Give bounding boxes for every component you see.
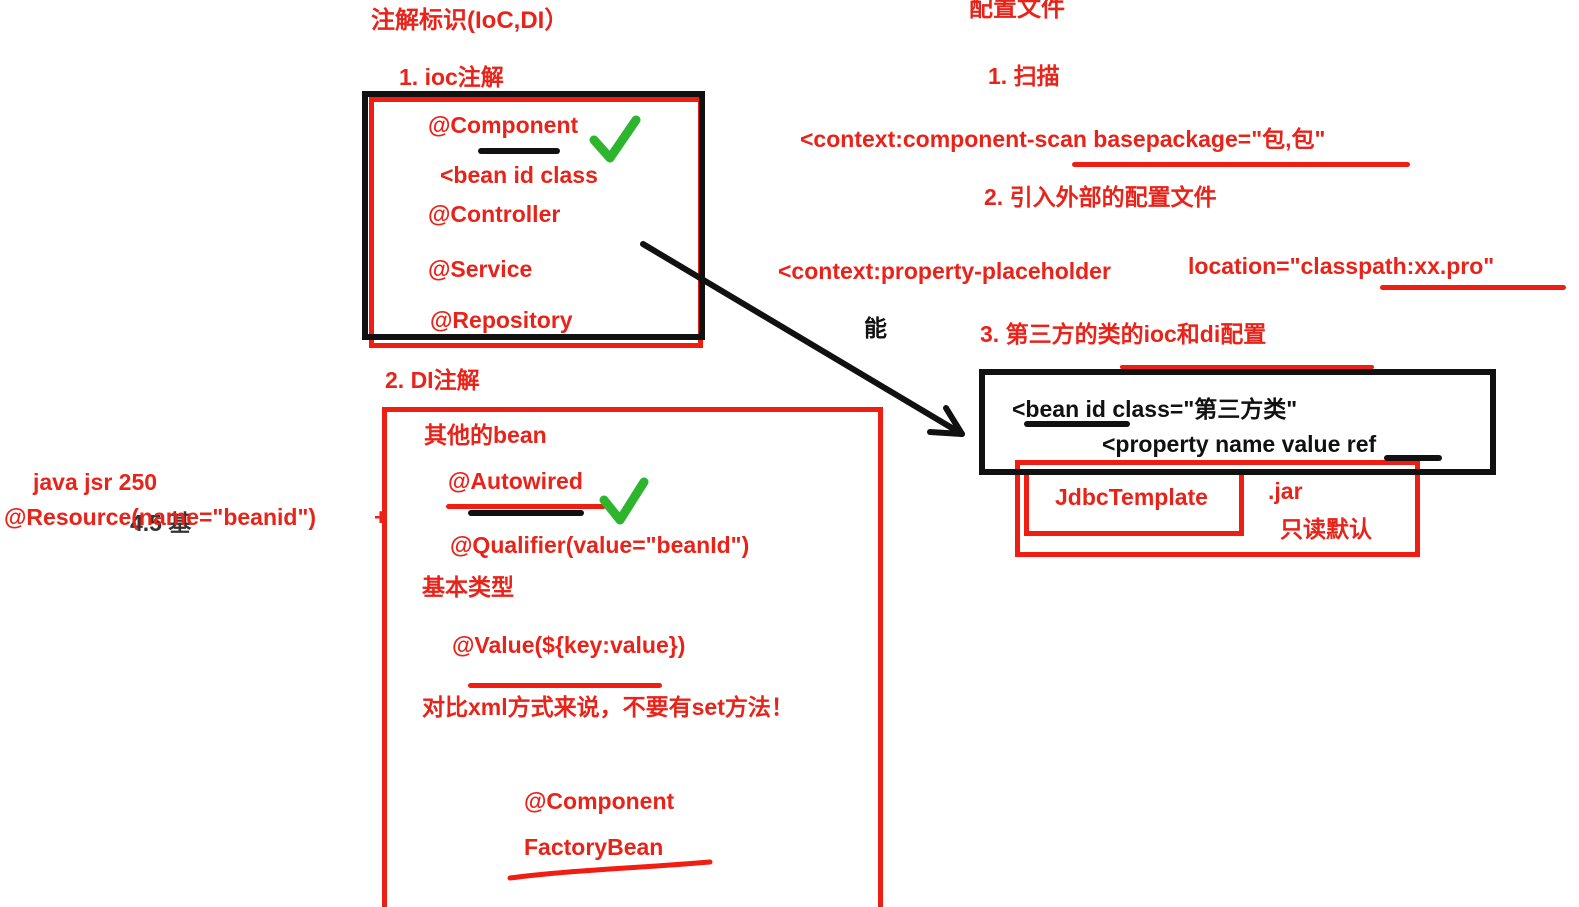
plus-mark: + [374,504,388,530]
jar-label: .jar [1268,478,1303,504]
di-item-compare-note: 对比xml方式来说，不要有set方法！ [422,694,794,720]
jsr-label: java jsr 250 [33,469,158,495]
di-item-value: @Value(${key:value}) [452,632,686,658]
scan-heading: 1. 扫描 [988,63,1060,89]
diagram-title: 注解标识(IoC,DI） [371,7,569,34]
bean-xml: <bean id class="第三方类" [1012,396,1298,422]
readonly-default: 只读默认 [1280,516,1372,542]
location-underline [1380,285,1566,290]
di-item-other-bean: 其他的bean [424,422,547,448]
ref-underline [1384,455,1442,461]
config-file-title: 配置文件 [969,0,1065,22]
ioc-item-repository: @Repository [430,307,573,333]
neng-label: 能 [864,315,887,341]
ioc-item-controller: @Controller [428,201,561,227]
di-heading: 2. DI注解 [385,367,480,393]
resource-annotation: @Resource(name="beanid") [4,504,317,530]
ioc-item-service: @Service [428,256,533,282]
di-item-component: @Component [524,788,675,814]
external-config-heading: 2. 引入外部的配置文件 [984,184,1217,210]
property-xml: <property name value ref [1102,431,1377,457]
component-underline [478,148,560,154]
autowired-underline-red [446,504,606,509]
di-item-autowired: @Autowired [448,468,583,494]
di-item-qualifier: @Qualifier(value="beanId") [450,532,750,558]
scan-xml: <context:component-scan basepackage="包,包… [800,126,1326,152]
ioc-heading: 1. ioc注解 [399,64,504,90]
bean-id-underline [1024,421,1130,427]
autowired-underline-black [468,510,584,516]
scan-underline [1072,162,1410,167]
ioc-item-bean-id-class: <bean id class [440,162,598,188]
location-xml: location="classpath:xx.pro" [1188,253,1495,279]
placeholder-xml: <context:property-placeholder [778,258,1111,284]
jdbc-template: JdbcTemplate [1055,484,1208,510]
di-item-basic-type: 基本类型 [422,574,514,600]
value-underline [468,683,662,688]
di-item-factory-bean: FactoryBean [524,834,664,860]
third-party-heading: 3. 第三方的类的ioc和di配置 [980,321,1267,347]
ioc-item-component: @Component [428,112,579,138]
